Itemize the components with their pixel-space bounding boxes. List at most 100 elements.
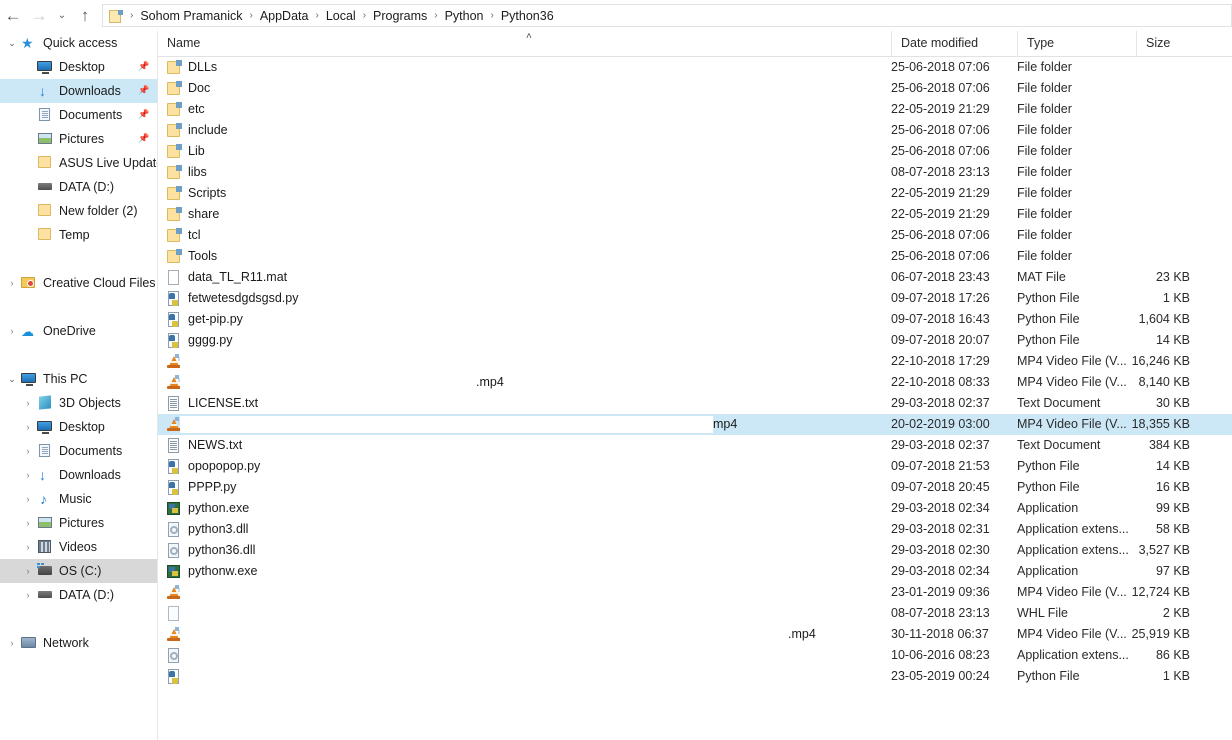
nav-item-data-d[interactable]: DATA (D:) [0, 175, 157, 199]
file-name-cell[interactable]: Tools [158, 246, 217, 267]
file-name-cell[interactable]: python.exe [158, 498, 249, 519]
chevron-right-icon[interactable]: › [4, 271, 20, 295]
back-button[interactable]: ← [0, 3, 26, 29]
file-row[interactable]: .mp4 22-10-2018 08:33 MP4 Video File (V...… [158, 372, 1232, 393]
breadcrumb-item[interactable]: Programs [371, 9, 429, 23]
chevron-right-icon[interactable]: › [20, 583, 36, 607]
nav-item-creative-cloud-files[interactable]: › Creative Cloud Files [0, 271, 157, 295]
nav-item-music[interactable]: › ♪ Music [0, 487, 157, 511]
file-row[interactable]: Lib 25-06-2018 07:06 File folder [158, 141, 1232, 162]
file-name-cell[interactable]: data_TL_R11.mat [158, 267, 287, 288]
chevron-right-icon[interactable]: › [20, 391, 36, 415]
pin-icon[interactable]: 📌 [138, 133, 149, 144]
file-name-cell[interactable]: include [158, 120, 228, 141]
nav-item-pictures[interactable]: › Pictures [0, 511, 157, 535]
nav-item-quick-access[interactable]: ⌄ ★ Quick access [0, 31, 157, 55]
forward-button[interactable]: → [26, 3, 52, 29]
nav-item-new-folder-2[interactable]: New folder (2) [0, 199, 157, 223]
file-row[interactable]: python.exe 29-03-2018 02:34 Application 99 … [158, 498, 1232, 519]
file-name-cell[interactable]: NEWS.txt [158, 435, 242, 456]
chevron-right-icon[interactable]: › [4, 319, 20, 343]
breadcrumb-item[interactable]: AppData [258, 9, 311, 23]
pin-icon[interactable]: 📌 [138, 85, 149, 96]
file-name-cell[interactable]: LICENSE.txt [158, 393, 258, 414]
breadcrumb[interactable]: › Sohom Pramanick › AppData › Local › Programs ›… [102, 4, 1232, 27]
nav-item-videos[interactable]: › Videos [0, 535, 157, 559]
chevron-right-icon[interactable]: › [20, 559, 36, 583]
file-name-cell[interactable]: python36.dll [158, 540, 255, 561]
nav-item-network[interactable]: › Network [0, 631, 157, 655]
file-row[interactable]: 23-01-2019 09:36 MP4 Video File (V... 12,7… [158, 582, 1232, 603]
column-header-date-modified[interactable]: Date modified [891, 31, 1017, 56]
nav-item-pictures[interactable]: Pictures 📌 [0, 127, 157, 151]
file-row[interactable]: Scripts 22-05-2019 21:29 File folder [158, 183, 1232, 204]
file-row[interactable]: opopopop.py 09-07-2018 21:53 Python File 14… [158, 456, 1232, 477]
chevron-right-icon[interactable]: › [20, 439, 36, 463]
column-header-type[interactable]: Type [1017, 31, 1136, 56]
chevron-right-icon[interactable]: › [20, 463, 36, 487]
file-row[interactable]: tcl 25-06-2018 07:06 File folder [158, 225, 1232, 246]
column-header-name[interactable]: Name [158, 31, 891, 56]
file-row[interactable]: data_TL_R11.mat 06-07-2018 23:43 MAT File 2… [158, 267, 1232, 288]
recent-locations-button[interactable]: ⌄ [52, 3, 72, 29]
nav-item-downloads[interactable]: › ↓ Downloads [0, 463, 157, 487]
file-row[interactable]: 23-05-2019 00:24 Python File 1 KB [158, 666, 1232, 687]
file-name-cell[interactable]: pythonw.exe [158, 561, 258, 582]
file-row[interactable]: PPPP.py 09-07-2018 20:45 Python File 16 KB [158, 477, 1232, 498]
file-name-cell[interactable]: tcl [158, 225, 201, 246]
nav-item-asus-live-update[interactable]: ASUS Live Update [0, 151, 157, 175]
nav-item-desktop[interactable]: Desktop 📌 [0, 55, 157, 79]
nav-item-3d-objects[interactable]: › 3D Objects [0, 391, 157, 415]
nav-item-onedrive[interactable]: › ☁ OneDrive [0, 319, 157, 343]
navigation-pane[interactable]: ⌄ ★ Quick access Desktop 📌 ↓ Downloads 📌 Documen… [0, 31, 158, 740]
file-row[interactable]: 22-10-2018 17:29 MP4 Video File (V... 16,2… [158, 351, 1232, 372]
file-name-cell[interactable]: share [158, 204, 219, 225]
nav-item-desktop[interactable]: › Desktop [0, 415, 157, 439]
pin-icon[interactable]: 📌 [138, 109, 149, 120]
file-row[interactable]: 10-06-2016 08:23 Application extens... 86 … [158, 645, 1232, 666]
breadcrumb-item[interactable]: Python [443, 9, 486, 23]
nav-item-documents[interactable]: Documents 📌 [0, 103, 157, 127]
file-row[interactable]: fetwetesdgdsgsd.py 09-07-2018 17:26 Python… [158, 288, 1232, 309]
nav-item-documents[interactable]: › Documents [0, 439, 157, 463]
file-row[interactable]: etc 22-05-2019 21:29 File folder [158, 99, 1232, 120]
file-row[interactable]: python3.dll 29-03-2018 02:31 Application e… [158, 519, 1232, 540]
file-row[interactable]: libs 08-07-2018 23:13 File folder [158, 162, 1232, 183]
nav-item-os-c[interactable]: › OS (C:) [0, 559, 157, 583]
file-row[interactable]: NEWS.txt 29-03-2018 02:37 Text Document 384… [158, 435, 1232, 456]
file-name-cell[interactable]: Scripts [158, 183, 226, 204]
file-row[interactable]: Doc 25-06-2018 07:06 File folder [158, 78, 1232, 99]
chevron-right-icon[interactable]: › [20, 415, 36, 439]
file-row[interactable]: include 25-06-2018 07:06 File folder [158, 120, 1232, 141]
file-row[interactable]: share 22-05-2019 21:29 File folder [158, 204, 1232, 225]
breadcrumb-item[interactable]: Python36 [499, 9, 556, 23]
file-name-cell[interactable]: PPPP.py [158, 477, 236, 498]
file-name-cell[interactable]: python3.dll [158, 519, 248, 540]
chevron-right-icon[interactable]: › [20, 487, 36, 511]
up-button[interactable]: ↑ [72, 3, 98, 29]
chevron-right-icon[interactable]: › [20, 511, 36, 535]
file-name-cell[interactable]: etc [158, 99, 205, 120]
file-row[interactable]: mp4 20-02-2019 03:00 MP4 Video File (V... 1… [158, 414, 1232, 435]
chevron-right-icon[interactable]: › [4, 631, 20, 655]
chevron-down-icon[interactable]: ⌄ [4, 367, 20, 391]
file-row[interactable]: python36.dll 29-03-2018 02:30 Application … [158, 540, 1232, 561]
file-name-cell[interactable]: Lib [158, 141, 205, 162]
chevron-right-icon[interactable]: › [20, 535, 36, 559]
pin-icon[interactable]: 📌 [138, 61, 149, 72]
file-name-cell[interactable]: Doc [158, 78, 210, 99]
file-name-cell[interactable]: libs [158, 162, 207, 183]
nav-item-temp[interactable]: Temp [0, 223, 157, 247]
breadcrumb-item[interactable]: Sohom Pramanick [138, 9, 244, 23]
column-header-size[interactable]: Size [1136, 31, 1232, 56]
file-row[interactable]: DLLs 25-06-2018 07:06 File folder [158, 57, 1232, 78]
nav-item-downloads[interactable]: ↓ Downloads 📌 [0, 79, 157, 103]
file-row[interactable]: LICENSE.txt 29-03-2018 02:37 Text Document… [158, 393, 1232, 414]
file-row[interactable]: .mp4 30-11-2018 06:37 MP4 Video File (V...… [158, 624, 1232, 645]
file-row[interactable]: pythonw.exe 29-03-2018 02:34 Application 97… [158, 561, 1232, 582]
file-name-cell[interactable]: get-pip.py [158, 309, 243, 330]
chevron-down-icon[interactable]: ⌄ [4, 31, 20, 55]
nav-item-data-d[interactable]: › DATA (D:) [0, 583, 157, 607]
file-name-cell[interactable]: opopopop.py [158, 456, 260, 477]
file-row[interactable]: get-pip.py 09-07-2018 16:43 Python File 1,6… [158, 309, 1232, 330]
